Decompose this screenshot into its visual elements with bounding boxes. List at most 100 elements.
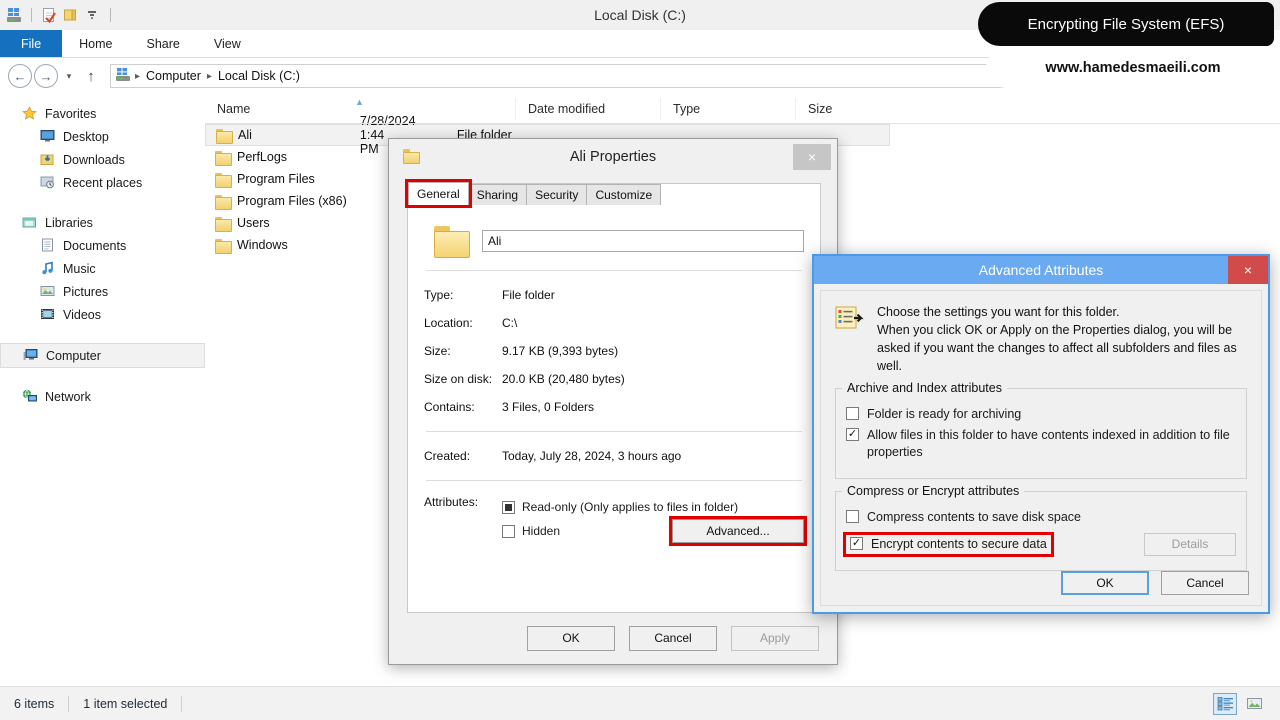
tab-view[interactable]: View [197, 30, 258, 57]
ok-button[interactable]: OK [1061, 571, 1149, 595]
column-header-row: Name Date modified Type Size ▲ [205, 94, 1280, 124]
properties-dialog-titlebar[interactable]: Ali Properties × [389, 139, 837, 175]
property-label: Size on disk: [424, 372, 493, 386]
sidebar-label: Favorites [45, 106, 97, 121]
tab-file[interactable]: File [0, 30, 63, 57]
property-value: 9.17 KB (9,393 bytes) [502, 344, 619, 358]
archive-index-group: Archive and Index attributes Folder is r… [835, 380, 1247, 480]
tab-customize[interactable]: Customize [586, 184, 662, 205]
computer-drive-icon[interactable] [6, 7, 22, 23]
breadcrumb-local-disk[interactable]: Local Disk (C:) [216, 69, 302, 83]
cancel-button[interactable]: Cancel [1161, 571, 1249, 595]
details-button: Details [1144, 532, 1236, 556]
compress-checkbox[interactable] [846, 510, 859, 524]
column-header-size[interactable]: Size [795, 97, 895, 120]
recent-locations-caret-icon[interactable]: ▾ [60, 71, 78, 82]
readonly-checkbox[interactable] [502, 500, 515, 514]
property-value: C:\ [502, 316, 518, 330]
back-button[interactable]: ← [8, 64, 32, 88]
indexing-checkbox[interactable]: ✓ [846, 428, 859, 442]
close-icon[interactable]: × [1228, 256, 1268, 284]
attributes-label: Attributes: [424, 495, 479, 509]
sidebar-item-computer[interactable]: Computer [0, 343, 205, 368]
sidebar-item-recent-places[interactable]: Recent places [0, 171, 205, 194]
readonly-checkbox-row[interactable]: Read-only (Only applies to files in fold… [502, 495, 804, 519]
chevron-down-icon[interactable] [85, 7, 101, 23]
file-name-label: Program Files (x86) [237, 194, 347, 208]
divider [426, 270, 802, 271]
archiving-checkbox[interactable] [846, 406, 859, 420]
encrypt-checkbox-row[interactable]: ✓ Encrypt contents to secure data [843, 532, 1054, 557]
ok-button[interactable]: OK [527, 625, 615, 651]
computer-icon [23, 348, 39, 364]
property-value: 3 Files, 0 Folders [502, 400, 595, 414]
encrypt-checkbox[interactable]: ✓ [850, 537, 863, 550]
indexing-checkbox-row[interactable]: ✓ Allow files in this folder to have con… [846, 427, 1236, 461]
close-icon[interactable]: × [793, 144, 831, 170]
network-icon [22, 389, 38, 405]
address-dropdown-icon[interactable]: ⌄ [1212, 71, 1236, 82]
properties-dialog: Ali Properties × General Sharing Securit… [388, 138, 838, 665]
archiving-checkbox-row[interactable]: Folder is ready for archiving [846, 406, 1236, 423]
breadcrumb-computer[interactable]: Computer [144, 69, 203, 83]
folder-icon [216, 128, 233, 144]
sidebar-item-videos[interactable]: Videos [0, 303, 205, 326]
forward-button[interactable]: → [34, 64, 58, 88]
property-row-size-on-disk: Size on disk: 20.0 KB (20,480 bytes) [424, 365, 804, 393]
details-view-button[interactable] [1213, 692, 1237, 715]
large-icons-view-button[interactable] [1242, 693, 1266, 715]
column-header-date-modified[interactable]: Date modified [515, 97, 660, 120]
advanced-dialog-titlebar[interactable]: Advanced Attributes × [814, 256, 1268, 284]
folder-icon [215, 194, 232, 210]
sidebar-item-network[interactable]: Network [0, 385, 205, 408]
music-note-icon [40, 261, 56, 277]
file-name-cell: Users [205, 216, 270, 232]
sidebar-item-music[interactable]: Music [0, 257, 205, 280]
sidebar-label: Network [45, 389, 91, 404]
property-row-created: Created: Today, July 28, 2024, 3 hours a… [424, 442, 804, 470]
recent-places-icon [40, 175, 56, 191]
breadcrumb-separator-1: ▸ [135, 70, 141, 82]
picture-icon [40, 284, 56, 300]
properties-icon[interactable] [41, 7, 57, 24]
sidebar-item-libraries[interactable]: Libraries [0, 211, 205, 234]
column-header-type[interactable]: Type [660, 97, 795, 120]
sidebar-item-downloads[interactable]: Downloads [0, 148, 205, 171]
archive-index-group-title: Archive and Index attributes [842, 380, 1007, 395]
file-name-label: Ali [238, 128, 252, 142]
tab-security[interactable]: Security [526, 184, 588, 205]
new-folder-icon[interactable] [63, 7, 79, 23]
view-toggle-group [1213, 692, 1266, 715]
status-bar: 6 items 1 item selected [0, 686, 1280, 720]
folder-name-input[interactable]: Ali [482, 230, 804, 252]
advanced-dialog-title: Advanced Attributes [978, 262, 1104, 278]
folder-icon [403, 149, 420, 164]
compress-encrypt-group: Compress or Encrypt attributes Compress … [835, 484, 1247, 571]
tab-sharing[interactable]: Sharing [467, 184, 528, 205]
tab-general[interactable]: General [405, 179, 472, 208]
sidebar-label: Pictures [63, 284, 109, 299]
advanced-button[interactable]: Advanced... [669, 516, 807, 546]
compress-checkbox-row[interactable]: Compress contents to save disk space [846, 509, 1236, 526]
tab-share[interactable]: Share [130, 30, 197, 57]
sidebar-item-pictures[interactable]: Pictures [0, 280, 205, 303]
breadcrumb[interactable]: ▸ Computer ▸ Local Disk (C:) ⌄ [110, 64, 1241, 88]
up-button[interactable]: ↑ [80, 68, 102, 85]
refresh-button[interactable]: ↻ [1246, 64, 1272, 88]
toolbar-divider-2 [110, 8, 111, 22]
sidebar-item-favorites[interactable]: Favorites [0, 102, 205, 125]
hidden-checkbox[interactable] [502, 524, 515, 538]
sidebar-item-desktop[interactable]: Desktop [0, 125, 205, 148]
intro-line-1: Choose the settings you want for this fo… [877, 305, 1120, 319]
encrypt-label: Encrypt contents to secure data [871, 537, 1047, 551]
folder-settings-icon [835, 305, 865, 331]
quick-access-toolbar [0, 0, 1280, 30]
cancel-button[interactable]: Cancel [629, 625, 717, 651]
properties-dialog-footer: OK Cancel Apply [389, 612, 837, 664]
property-label: Created: [424, 449, 471, 463]
tab-home[interactable]: Home [62, 30, 129, 57]
address-bar: ← → ▾ ↑ ▸ Computer ▸ Local Disk (C:) ⌄ ↻ [0, 58, 1280, 94]
sidebar-item-documents[interactable]: Documents [0, 234, 205, 257]
